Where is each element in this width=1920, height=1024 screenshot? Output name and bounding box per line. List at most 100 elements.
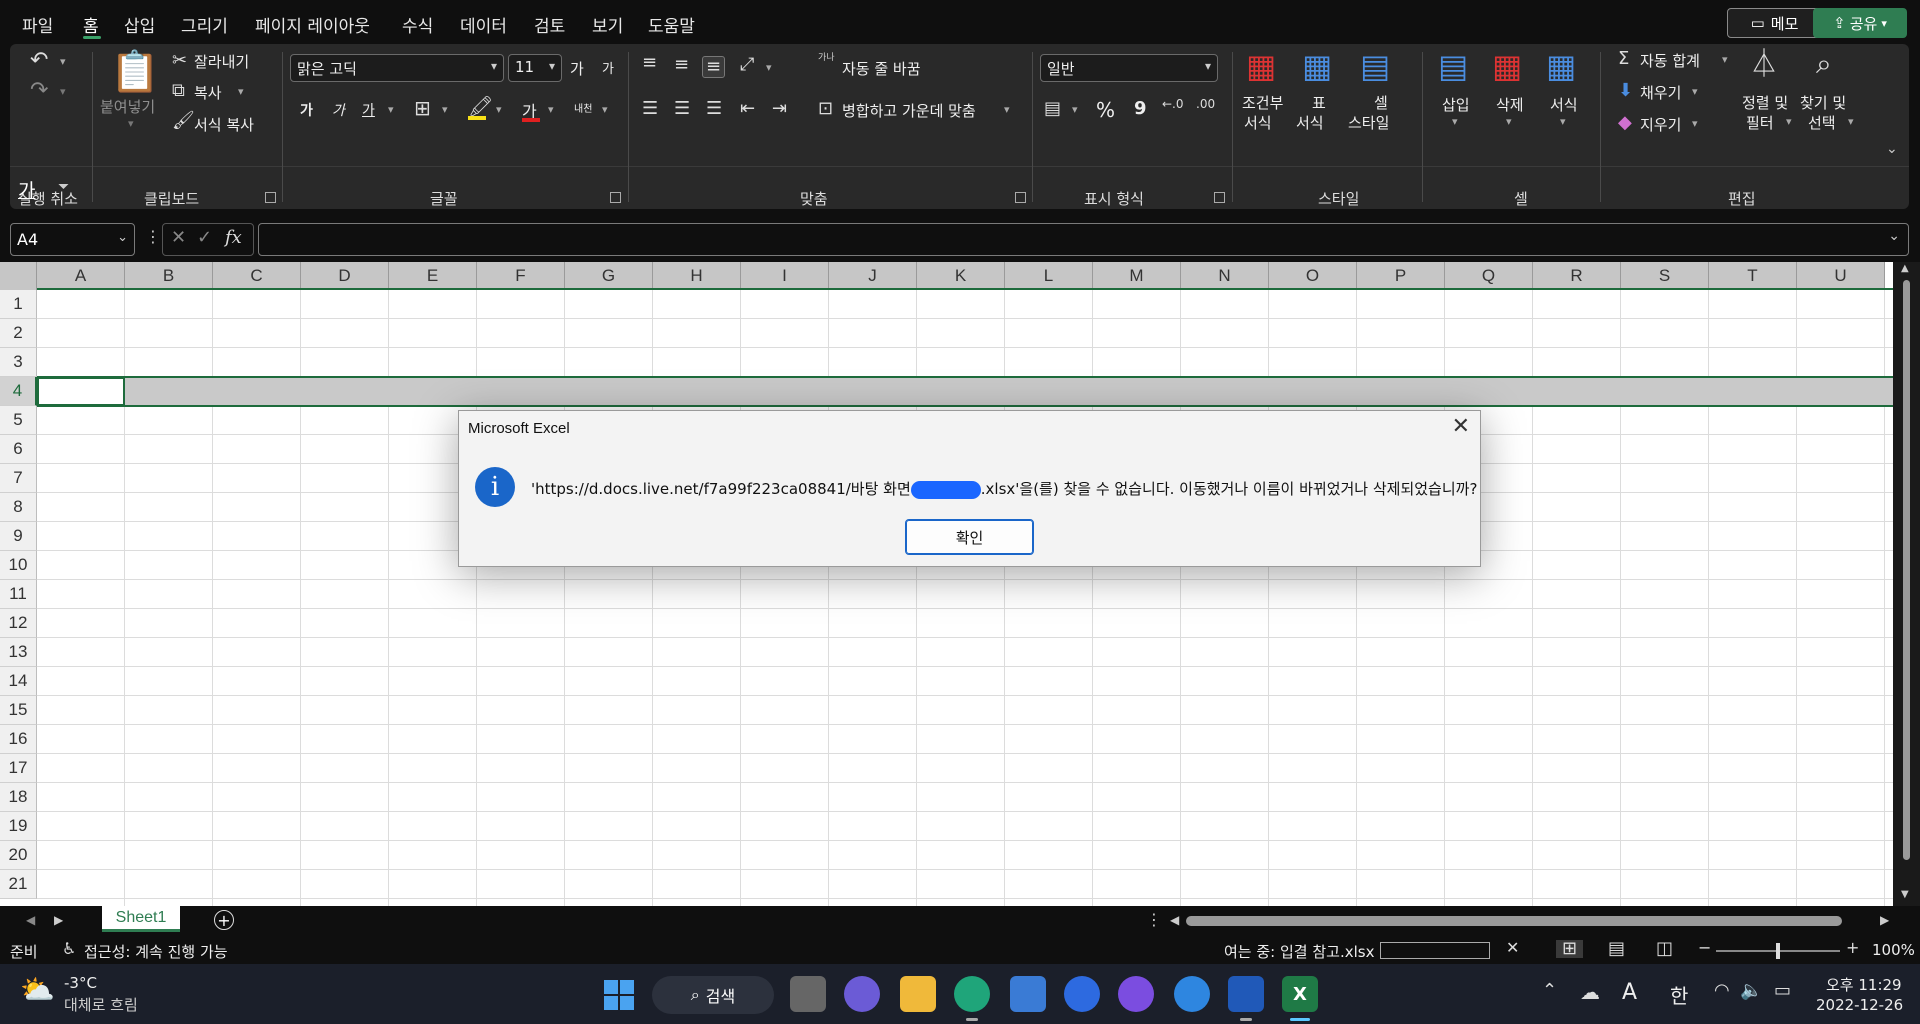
chevron-down-icon[interactable]: ▾	[1506, 116, 1512, 127]
column-header[interactable]: E	[389, 262, 477, 290]
copy-button[interactable]: 복사	[194, 82, 222, 103]
scroll-left-icon[interactable]: ◀	[1170, 914, 1179, 926]
prev-sheet-icon[interactable]: ◀	[26, 914, 35, 926]
zoom-out-icon[interactable]: −	[1698, 940, 1711, 956]
column-header[interactable]: N	[1181, 262, 1269, 290]
underline-button[interactable]: 가	[362, 100, 375, 120]
format-painter-button[interactable]: 서식 복사	[194, 114, 254, 135]
italic-button[interactable]: 가	[332, 100, 345, 120]
selected-row-highlight[interactable]	[125, 377, 1893, 406]
select-all-corner[interactable]	[0, 262, 37, 290]
active-cell[interactable]	[37, 377, 125, 406]
fill-color-icon[interactable]: 🖍	[468, 96, 493, 116]
menu-page-layout[interactable]: 페이지 레이아웃	[255, 12, 370, 37]
align-right-icon[interactable]: ☰	[706, 100, 722, 118]
column-header[interactable]: G	[565, 262, 653, 290]
number-launcher-icon[interactable]	[1214, 192, 1225, 203]
menu-insert[interactable]: 삽입	[124, 12, 155, 37]
column-header[interactable]: C	[213, 262, 301, 290]
menu-data[interactable]: 데이터	[460, 12, 507, 37]
chevron-down-icon[interactable]: ▾	[1560, 116, 1566, 127]
chevron-down-icon[interactable]: ▾	[1722, 54, 1728, 65]
zoom-in-icon[interactable]: +	[1846, 940, 1859, 956]
cell-styles-button[interactable]: 셀	[1374, 92, 1388, 113]
wrap-text-button[interactable]: 자동 줄 바꿈	[842, 58, 921, 79]
page-layout-view-icon[interactable]: ▤	[1608, 940, 1625, 958]
accounting-format-icon[interactable]: ▤	[1044, 100, 1061, 118]
column-header[interactable]: P	[1357, 262, 1445, 290]
store-icon[interactable]	[1010, 976, 1046, 1012]
decrease-indent-icon[interactable]: ⇤	[740, 100, 755, 118]
row-header[interactable]: 12	[0, 609, 37, 638]
insert-cells-button[interactable]: 삽입	[1442, 94, 1470, 115]
paste-button[interactable]: 붙여넣기	[100, 96, 155, 117]
column-header[interactable]: R	[1533, 262, 1621, 290]
zoom-slider-thumb[interactable]	[1776, 943, 1780, 959]
bold-button[interactable]: 가	[300, 100, 313, 120]
autosum-button[interactable]: 자동 합계	[1640, 50, 1700, 71]
increase-decimal-icon[interactable]: ←.0	[1162, 98, 1184, 110]
chevron-down-icon[interactable]: ▾	[238, 86, 244, 97]
align-top-icon[interactable]: ≡	[642, 54, 657, 72]
row-header[interactable]: 10	[0, 551, 37, 580]
chevron-down-icon[interactable]: ▾	[602, 104, 608, 115]
column-header[interactable]: F	[477, 262, 565, 290]
chevron-down-icon[interactable]: ▾	[1848, 116, 1854, 127]
add-sheet-icon[interactable]: +	[214, 910, 234, 930]
menu-home[interactable]: 홈	[83, 12, 99, 37]
file-explorer-icon[interactable]	[900, 976, 936, 1012]
name-box[interactable]: A4 ⌄	[10, 223, 135, 256]
enter-icon[interactable]: ✓	[197, 229, 212, 247]
shrink-font-button[interactable]: 가	[602, 58, 614, 77]
scroll-right-icon[interactable]: ▶	[1880, 914, 1889, 926]
align-center-icon[interactable]: ☰	[674, 100, 690, 118]
merge-center-button[interactable]: 병합하고 가운데 맞춤	[842, 100, 976, 121]
clipboard-launcher-icon[interactable]	[265, 192, 276, 203]
column-header[interactable]: D	[301, 262, 389, 290]
row-header[interactable]: 8	[0, 493, 37, 522]
weather-temp[interactable]: -3°C	[64, 974, 97, 992]
worksheet-grid[interactable]: A B C D E F G H I J K L M N O P Q R S T U 1 2 3 4 5 6 7 8 9 10 11 12 13 14…	[0, 262, 1893, 906]
row-header[interactable]: 9	[0, 522, 37, 551]
chevron-down-icon[interactable]: ▾	[766, 62, 772, 73]
row-header[interactable]: 15	[0, 696, 37, 725]
zoom-level[interactable]: 100%	[1872, 941, 1915, 959]
column-header[interactable]: B	[125, 262, 213, 290]
column-header[interactable]: O	[1269, 262, 1357, 290]
align-left-icon[interactable]: ☰	[642, 100, 658, 118]
task-view-icon[interactable]	[790, 976, 826, 1012]
row-header[interactable]: 1	[0, 290, 37, 319]
find-select-button[interactable]: 찾기 및	[1800, 92, 1846, 113]
row-header[interactable]: 16	[0, 725, 37, 754]
chevron-down-icon[interactable]: ▾	[60, 86, 66, 97]
column-header[interactable]: M	[1093, 262, 1181, 290]
row-header[interactable]: 17	[0, 754, 37, 783]
chevron-down-icon[interactable]: ▾	[60, 56, 66, 67]
border-icon[interactable]: ⊞	[414, 98, 431, 118]
battery-icon[interactable]: ▭	[1774, 982, 1791, 1000]
chevron-down-icon[interactable]: ▾	[1004, 104, 1010, 115]
font-name-dropdown[interactable]: 맑은 고딕 ▾	[290, 54, 504, 82]
column-header[interactable]: J	[829, 262, 917, 290]
formula-input[interactable]: ⌄	[258, 223, 1909, 256]
format-table-button[interactable]: 표	[1312, 92, 1326, 113]
horizontal-scroll-thumb[interactable]	[1186, 916, 1842, 926]
qat-format-button[interactable]: 가	[18, 176, 35, 203]
undo-icon[interactable]: ↶	[30, 50, 48, 72]
row-header[interactable]: 6	[0, 435, 37, 464]
phonetic-button[interactable]: 내천	[574, 100, 592, 115]
share-button[interactable]: ⇪ 공유 ▾	[1813, 8, 1907, 38]
chevron-down-icon[interactable]: ▾	[442, 104, 448, 115]
collapse-ribbon-icon[interactable]: ⌄	[1886, 142, 1898, 156]
column-header[interactable]: A	[37, 262, 125, 290]
orientation-icon[interactable]: ⤢	[740, 56, 754, 74]
font-launcher-icon[interactable]	[610, 192, 621, 203]
redo-icon[interactable]: ↷	[30, 80, 48, 102]
onedrive-cloud-icon[interactable]: ☁	[1580, 982, 1600, 1002]
clipboard-icon[interactable]: 📋	[110, 52, 160, 92]
grow-font-button[interactable]: 가	[570, 58, 584, 79]
memo-button[interactable]: ▭ 메모	[1727, 8, 1822, 38]
row-header[interactable]: 20	[0, 841, 37, 870]
excel-app-icon[interactable]: X	[1282, 976, 1318, 1012]
column-header[interactable]: T	[1709, 262, 1797, 290]
